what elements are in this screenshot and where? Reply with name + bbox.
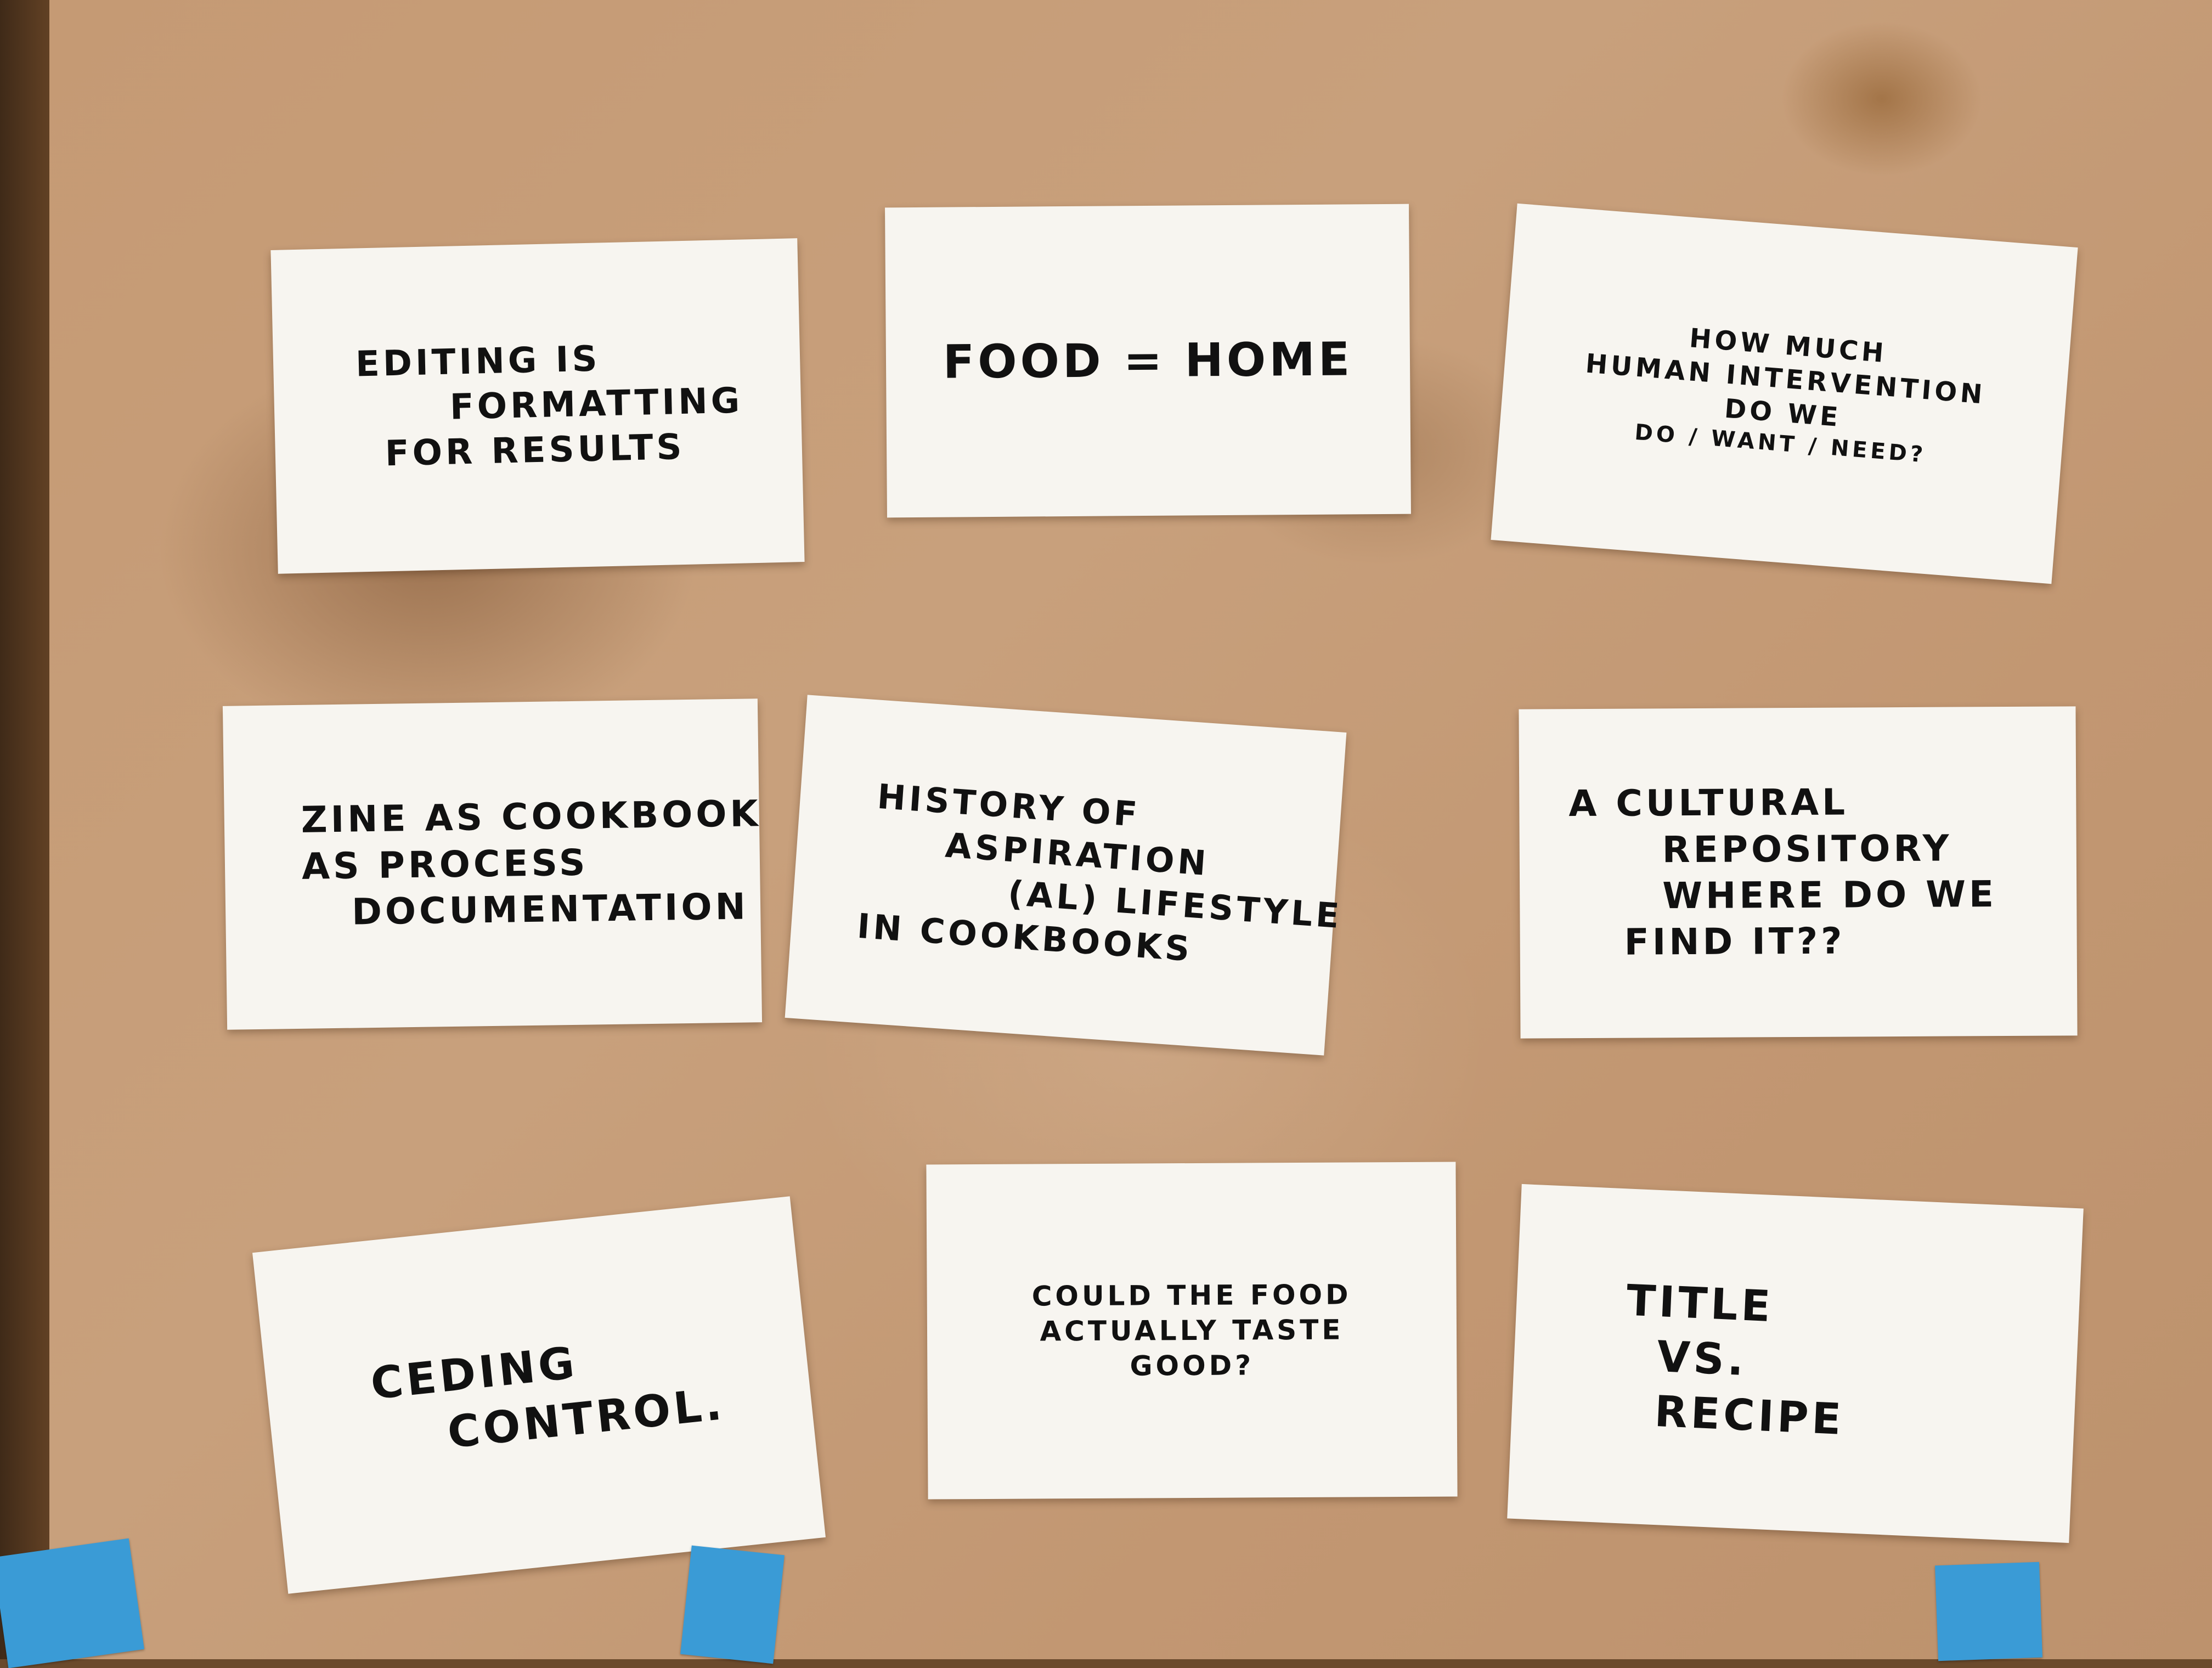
card-line: GOOD? <box>1130 1349 1255 1382</box>
card-line: ZINE AS COOKBOOK <box>301 792 762 842</box>
card-editing-is-formatting: EDITING IS FORMATTING FOR RESULTS <box>270 238 805 574</box>
card-line: AS PROCESS <box>301 841 589 888</box>
card-title-vs-recipe: TITLE VS. RECIPE <box>1507 1184 2084 1543</box>
card-line: COULD THE FOOD <box>1031 1278 1352 1312</box>
card-line: DOCUMENTATION <box>351 885 749 933</box>
card-line: FOR RESULTS <box>385 426 686 475</box>
card-line: FOOD = HOME <box>943 332 1353 389</box>
card-line: WHERE DO WE <box>1662 873 1997 917</box>
card-zine-as-cookbook: ZINE AS COOKBOOK AS PROCESS DOCUMENTATIO… <box>222 698 763 1030</box>
card-line: A CULTURAL <box>1568 781 1849 825</box>
card-food-home: FOOD = HOME <box>885 204 1411 518</box>
card-could-the-food: COULD THE FOOD ACTUALLY TASTE GOOD? <box>926 1162 1458 1500</box>
tape-piece-middle <box>680 1545 785 1664</box>
tape-piece-left <box>0 1538 144 1668</box>
card-cultural-repository: A CULTURAL REPOSITORY WHERE DO WE FIND I… <box>1519 706 2078 1039</box>
card-history-of-aspiration: HISTORY OF ASPIRATION (AL) LIFESTYLE IN … <box>785 695 1347 1056</box>
card-human-intervention: HOW MUCH HUMAN INTERVENTION DO WE DO / W… <box>1491 203 2078 584</box>
card-line: FIND IT?? <box>1624 920 1846 964</box>
card-line: ACTUALLY TASTE <box>1040 1314 1344 1348</box>
card-line: REPOSITORY <box>1662 827 1953 871</box>
card-ceding-control: CEDING CONTROL. <box>252 1196 826 1594</box>
tape-piece-right <box>1935 1562 2042 1661</box>
